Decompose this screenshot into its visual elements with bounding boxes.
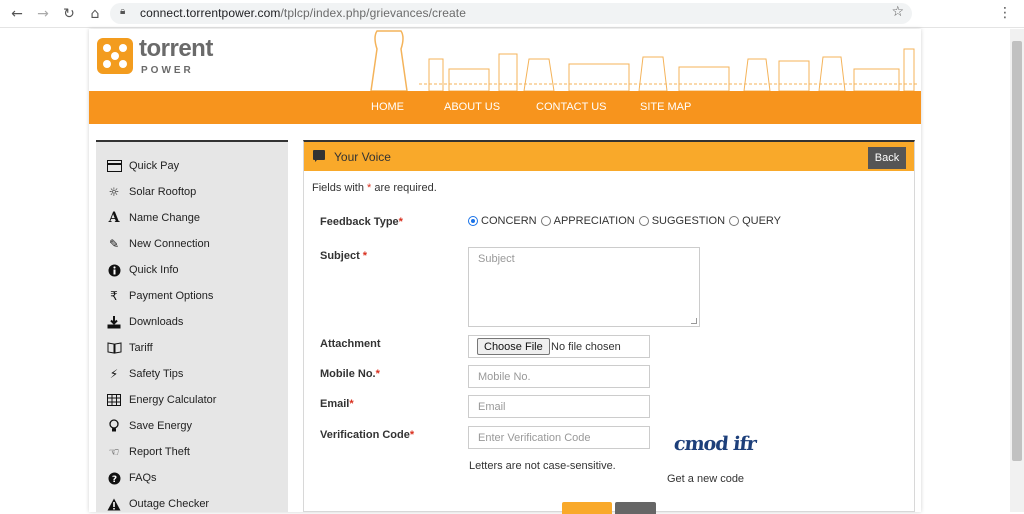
sidebar-item-quick-pay[interactable]: Quick Pay [106, 156, 286, 176]
radio-suggestion[interactable] [638, 216, 649, 226]
logo-name: torrent [139, 35, 213, 62]
sidebar-item-solar-rooftop[interactable]: ☼ Solar Rooftop [106, 182, 286, 202]
address-bar[interactable]: 🔒︎ connect.torrentpower.com/tplcp/index.… [110, 3, 912, 24]
nav-home[interactable]: HOME [371, 101, 404, 113]
scrollbar-thumb[interactable] [1012, 41, 1022, 461]
page-scrollbar[interactable] [1010, 29, 1024, 512]
url-text: connect.torrentpower.com/tplcp/index.php… [140, 6, 466, 20]
sidebar-item-quick-info[interactable]: Quick Info [106, 260, 286, 280]
sidebar-item-faqs[interactable]: ? FAQs [106, 468, 286, 488]
new-code-link[interactable]: Get a new code [667, 473, 744, 485]
nav-about-us[interactable]: ABOUT US [444, 101, 500, 113]
warning-icon [106, 496, 122, 512]
svg-text:?: ? [111, 475, 116, 485]
panel-title: Your Voice [334, 150, 391, 164]
choose-file-button[interactable]: Choose File [477, 338, 550, 355]
back-button[interactable]: Back [868, 147, 906, 169]
font-icon: A [108, 210, 120, 226]
back-arrow-icon[interactable]: ← [8, 5, 26, 23]
main-navbar: HOME ABOUT US CONTACT US SITE MAP [89, 91, 921, 124]
table-icon [106, 392, 122, 408]
mobile-input[interactable]: Mobile No. [468, 365, 650, 388]
browser-menu-icon[interactable]: ⋮ [998, 5, 1012, 21]
file-status: No file chosen [551, 341, 621, 353]
required-note: Fields with * are required. [312, 182, 437, 194]
book-icon [106, 340, 122, 356]
your-voice-panel: Your Voice Back Fields with * are requir… [303, 140, 915, 514]
mobile-label: Mobile No.* [320, 368, 380, 380]
verification-code-input[interactable]: Enter Verification Code [468, 426, 650, 449]
logo-icon[interactable] [97, 38, 133, 74]
submit-button[interactable] [562, 502, 612, 514]
rupee-icon: ₹ [110, 289, 118, 303]
wand-icon: ⚡︎ [109, 367, 119, 381]
sidebar-item-new-connection[interactable]: ✎ New Connection [106, 234, 286, 254]
subject-label: Subject * [320, 250, 368, 262]
power-plant-illustration [370, 30, 919, 91]
bookmark-star-icon[interactable]: ☆ [891, 4, 904, 20]
attachment-label: Attachment [320, 338, 381, 350]
sidebar-item-safety-tips[interactable]: ⚡︎ Safety Tips [106, 364, 286, 384]
captcha-image: cmod ifr [672, 433, 757, 455]
subject-textarea[interactable]: Subject [468, 247, 700, 327]
radio-concern[interactable] [468, 216, 478, 226]
sidebar-item-report-theft[interactable]: ☜ Report Theft [106, 442, 286, 462]
radio-query[interactable] [729, 216, 740, 226]
reload-icon[interactable]: ↻ [60, 5, 78, 23]
site-container: torrent POWER HOME ABOUT US CONTACT US S… [89, 29, 921, 514]
feedback-type-label: Feedback Type* [320, 216, 403, 228]
sun-icon: ☼ [108, 185, 120, 199]
browser-toolbar: ← → ↻ ⌂ 🔒︎ connect.torrentpower.com/tplc… [0, 0, 1024, 28]
sidebar-menu: Quick Pay ☼ Solar Rooftop A Name Change … [96, 140, 288, 512]
case-sensitivity-note: Letters are not case-sensitive. [469, 460, 616, 472]
comment-icon [313, 150, 325, 162]
panel-header: Your Voice Back [304, 142, 914, 171]
home-icon[interactable]: ⌂ [86, 5, 104, 23]
sidebar-item-save-energy[interactable]: Save Energy [106, 416, 286, 436]
sidebar-item-payment-options[interactable]: ₹ Payment Options [106, 286, 286, 306]
sidebar-item-downloads[interactable]: Downloads [106, 312, 286, 332]
nav-site-map[interactable]: SITE MAP [640, 101, 691, 113]
reset-button[interactable] [615, 502, 656, 514]
forward-arrow-icon[interactable]: → [34, 5, 52, 23]
site-header: torrent POWER [89, 29, 921, 91]
bulb-icon [106, 418, 122, 434]
lock-icon: 🔒︎ [120, 6, 126, 17]
email-input[interactable]: Email [468, 395, 650, 418]
info-icon [106, 262, 122, 278]
email-label: Email* [320, 398, 354, 410]
verification-code-label: Verification Code* [320, 429, 415, 441]
sidebar-item-name-change[interactable]: A Name Change [106, 208, 286, 228]
card-icon [106, 158, 122, 174]
nav-contact-us[interactable]: CONTACT US [536, 101, 607, 113]
feedback-type-radios: CONCERN APPRECIATION SUGGESTION QUERY [468, 215, 785, 227]
sidebar-item-energy-calculator[interactable]: Energy Calculator [106, 390, 286, 410]
resize-handle[interactable] [691, 318, 697, 324]
sidebar-item-outage-checker[interactable]: Outage Checker [106, 494, 286, 514]
logo-subtitle: POWER [141, 65, 194, 76]
sidebar-item-tariff[interactable]: Tariff [106, 338, 286, 358]
pencil-icon: ✎ [108, 237, 120, 251]
hand-icon: ☜ [108, 445, 120, 459]
radio-appreciation[interactable] [540, 216, 551, 226]
attachment-file-input: Choose File No file chosen [468, 335, 650, 358]
question-icon: ? [106, 470, 122, 486]
download-icon [106, 314, 122, 330]
